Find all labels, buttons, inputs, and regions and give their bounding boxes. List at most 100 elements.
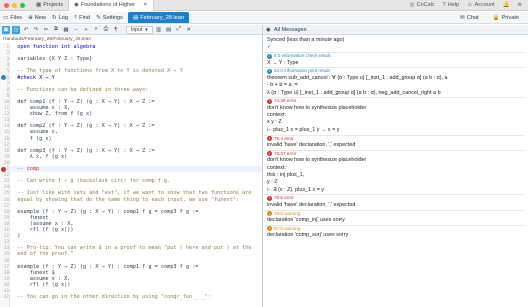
message-header-err[interactable]: ! 75:37 error	[267, 151, 296, 157]
private-button[interactable]: 🔒 Private	[490, 12, 522, 24]
code-line[interactable]: #check X → Y	[11, 75, 55, 81]
format-icon: ¶	[114, 26, 118, 33]
file-tab-active[interactable]: ▤ February_28.lean	[127, 12, 190, 23]
input-mode-select[interactable]: Input ▾	[126, 25, 153, 34]
code-line[interactable]: funext	[11, 215, 49, 221]
tab-projects[interactable]: ▦ Projects	[31, 0, 68, 11]
line-number: 26	[3, 196, 9, 202]
message-header-label: 87:0 warning	[274, 225, 301, 231]
settings-button[interactable]: ✎ Settings	[93, 12, 126, 24]
folder-icon: ▭	[3, 14, 9, 21]
code-line[interactable]: -- The type of functions from X to Y is …	[11, 68, 183, 74]
code-line[interactable]: -- You can go in the other direction by …	[11, 294, 211, 300]
code-line[interactable]: example (f : Y → Z) (g : X → Y) : comp1 …	[11, 264, 198, 270]
line-number: 18	[3, 147, 9, 153]
code-line[interactable]: (assume x : X,	[11, 221, 74, 227]
projects-icon: ▦	[36, 2, 42, 8]
split-horizontal-button[interactable]: ▥	[155, 26, 163, 34]
copy-icon: ⧉	[54, 26, 58, 32]
message-divider	[263, 224, 525, 226]
redo-button[interactable]: ↷	[32, 26, 40, 34]
message-header-info[interactable]: i 62:0 information print result	[267, 68, 330, 74]
code-line[interactable]: open function int algebra	[11, 44, 95, 50]
code-line[interactable]: -- Just like with sets and "ext", if we …	[11, 190, 251, 196]
zoom-in-icon: +	[84, 26, 88, 33]
message-text: theorem sub_add_cancel : ∀ {α : Type u} …	[267, 74, 448, 81]
line-number: 30	[3, 220, 9, 226]
find-replace-button[interactable]: ⌕	[92, 26, 100, 34]
code-line[interactable]: funext $	[11, 270, 55, 276]
cut-button[interactable]: ✂	[42, 26, 50, 34]
code-line[interactable]: -- Can write f ∘ g (backslask circ) for …	[11, 178, 170, 184]
message-text: context:	[267, 112, 286, 119]
new-button[interactable]: ⊕ New	[25, 12, 49, 24]
code-line[interactable]: f (g x)	[11, 136, 52, 142]
code-line[interactable]: -- Functions can be defined in three way…	[11, 87, 148, 93]
files-button[interactable]: ▭ Files	[0, 12, 25, 24]
zoom-out-button[interactable]: −	[72, 26, 80, 34]
timetravel-button[interactable]: ◷	[12, 25, 20, 34]
editor-toolbar: ▣ ◷ ↶ ↷ ✂ ⧉ ▦ − + ⌕ ⎙ ¶ Input ▾ ▥ ▤ ⤢ ✕	[0, 25, 262, 35]
tab-project[interactable]: ◉ Foundations of Higher ✕	[68, 0, 154, 11]
code-line[interactable]: rfl (f (g x))	[11, 282, 71, 288]
code-line[interactable]: def comp1 (f : Y → Z) (g : X → Y) : X → …	[11, 99, 154, 105]
close-window-button[interactable]	[4, 2, 9, 8]
error-icon: !	[267, 195, 272, 201]
code-line[interactable]: -- Pro-tip: You can write $ in a proof t…	[11, 245, 251, 251]
line-number: 7	[6, 80, 9, 86]
message-header-err[interactable]: ! 74:38 error	[267, 98, 296, 104]
code-line[interactable]: example (f : Y → Z) (g : X → Y) : comp1 …	[11, 209, 198, 215]
message-text: don't know how to synthesize placeholder	[267, 157, 367, 164]
code-line[interactable]: show Z, from f (g x)	[11, 111, 92, 117]
message-divider	[263, 209, 525, 211]
chat-label: Chat	[466, 14, 479, 21]
split-vertical-button[interactable]: ▤	[165, 26, 173, 34]
help-link[interactable]: ? Help	[443, 2, 459, 8]
account-link[interactable]: ☺ Account	[467, 2, 495, 8]
print-button[interactable]: ⎙	[102, 26, 110, 34]
message-header-label: 74:38 error	[274, 98, 297, 104]
format-button[interactable]: ¶	[112, 26, 120, 34]
code-line[interactable]: assume x,	[11, 129, 58, 135]
code-line[interactable]: rfl (f (g x)))	[11, 227, 74, 233]
code-line[interactable]: def comp2 (f : Y → Z) (g : X → Y) : X → …	[11, 123, 154, 129]
code-line[interactable]: def comp3 (f : Y → Z) (g : X → Y) : X → …	[11, 148, 154, 154]
line-number: 9	[6, 92, 9, 98]
bell-icon[interactable]: 🔔	[503, 2, 510, 8]
breadcrumb-path[interactable]: Handouts/February_28/February_28.lean	[3, 37, 91, 42]
code-line[interactable]: assume x : X,	[11, 276, 71, 282]
gutter-marker-icon[interactable]	[1, 75, 6, 80]
close-pane-button[interactable]: ✕	[185, 26, 193, 34]
code-line[interactable]: )	[11, 233, 20, 239]
code-line[interactable]: λ x, f (g x)	[11, 154, 67, 160]
code-line[interactable]: end of the proof."	[11, 251, 73, 257]
message-header-err[interactable]: ! 78:6 error	[267, 195, 294, 201]
input-mode-label: Input	[131, 26, 143, 33]
paste-button[interactable]: ▦	[62, 26, 70, 34]
close-tab-icon[interactable]: ✕	[143, 2, 148, 8]
line-number: 17	[3, 141, 9, 147]
message-header-warn[interactable]: ! 87:0 warning	[267, 226, 300, 232]
zoom-in-button[interactable]: +	[82, 26, 90, 34]
find-button[interactable]: ⌕ Find	[71, 12, 93, 24]
code-line[interactable]: equal by showing that do the same thing …	[11, 197, 239, 203]
code-line[interactable]: assume x : X,	[11, 105, 71, 111]
log-button[interactable]: ↻ Log	[49, 12, 71, 24]
save-button[interactable]: ▣	[2, 25, 10, 34]
chat-button[interactable]: ✉ Chat	[457, 12, 482, 24]
message-header-warn[interactable]: ! 78:0 warning	[267, 211, 300, 217]
message-header-info[interactable]: i 6:0 information check result	[267, 53, 330, 59]
line-number: 27	[3, 202, 9, 208]
code-line[interactable]: -- comp	[11, 166, 39, 172]
maximize-pane-button[interactable]: ⤢	[175, 26, 183, 34]
cocalc-link[interactable]: ◎ CoCalc	[410, 2, 435, 8]
code-line[interactable]: variables {X Y Z : Type}	[11, 56, 92, 62]
code-editor[interactable]: 1 open function int algebra 2 3 variables …	[0, 43, 262, 307]
message-header-err[interactable]: ! 75:4 error	[267, 136, 294, 142]
gutter-marker-icon[interactable]	[1, 166, 6, 172]
minimize-window-button[interactable]	[12, 2, 17, 8]
copy-button[interactable]: ⧉	[52, 26, 60, 34]
undo-button[interactable]: ↶	[22, 26, 30, 34]
messages-toolbar: ◉ All Messages	[263, 25, 528, 35]
maximize-window-button[interactable]	[20, 2, 25, 8]
